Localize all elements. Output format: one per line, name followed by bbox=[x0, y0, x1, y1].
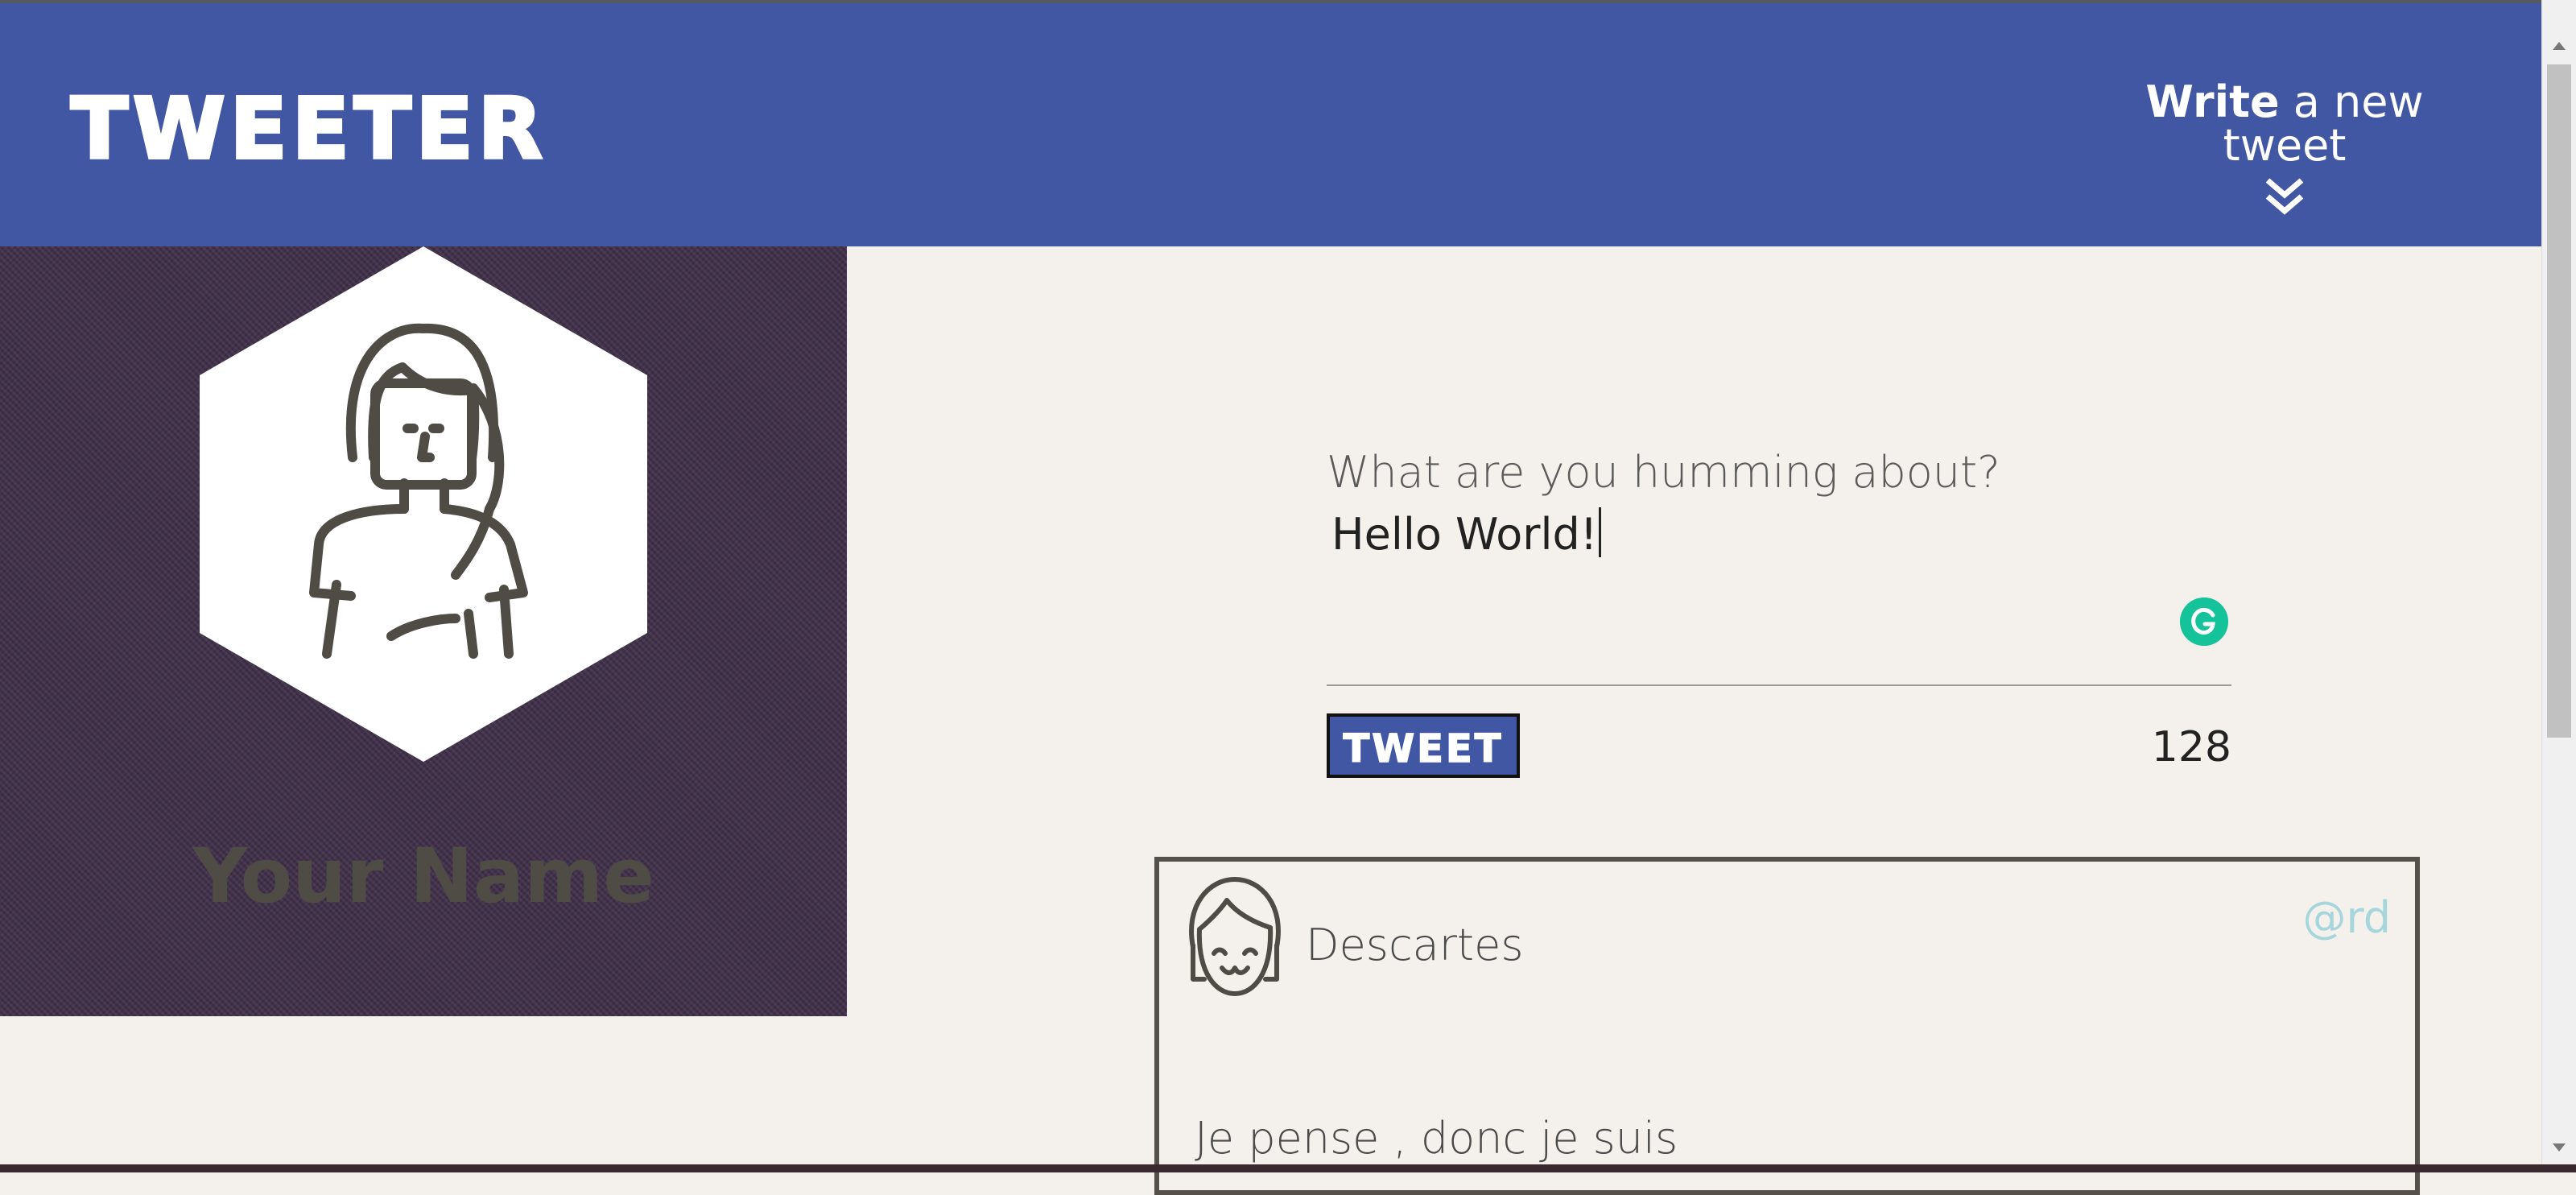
text-caret bbox=[1599, 507, 1602, 557]
tweet-composer: What are you humming about? Hello World!… bbox=[1327, 451, 2231, 786]
tweet-card: Descartes @rd Je pense , donc je suis bbox=[1154, 857, 2420, 1195]
write-tweet-toggle[interactable]: Write a new tweet bbox=[2099, 81, 2470, 219]
site-logo[interactable]: TWEETER bbox=[69, 85, 547, 172]
site-header: TWEETER Write a new tweet bbox=[0, 3, 2542, 246]
profile-name: Your Name bbox=[192, 833, 654, 920]
tweet-author[interactable]: Descartes bbox=[1306, 920, 1523, 970]
tweet-textarea[interactable]: Hello World! bbox=[1327, 507, 2231, 686]
tweet-handle[interactable]: @rd bbox=[2302, 892, 2391, 943]
composer-actions: TWEET 128 bbox=[1327, 713, 2231, 786]
girl-avatar-icon bbox=[1189, 877, 1281, 996]
character-counter: 128 bbox=[2151, 723, 2231, 771]
bottom-taskbar-edge bbox=[0, 1164, 2576, 1172]
double-chevron-down-icon[interactable] bbox=[2263, 176, 2306, 219]
tweet-input-value: Hello World! bbox=[1331, 509, 1598, 560]
composer-prompt: What are you humming about? bbox=[1327, 447, 2000, 498]
vertical-scrollbar[interactable] bbox=[2541, 0, 2576, 1164]
tweet-text: Je pense , donc je suis bbox=[1195, 1113, 1678, 1164]
woman-avatar-icon bbox=[200, 246, 647, 762]
grammarly-icon[interactable] bbox=[2180, 598, 2228, 646]
profile-panel: Your Name bbox=[0, 246, 847, 1016]
scroll-down-arrow-icon[interactable] bbox=[2542, 1131, 2576, 1164]
scroll-up-arrow-icon[interactable] bbox=[2542, 29, 2576, 63]
tweet-button[interactable]: TWEET bbox=[1327, 713, 1520, 778]
scrollbar-thumb[interactable] bbox=[2547, 64, 2571, 738]
